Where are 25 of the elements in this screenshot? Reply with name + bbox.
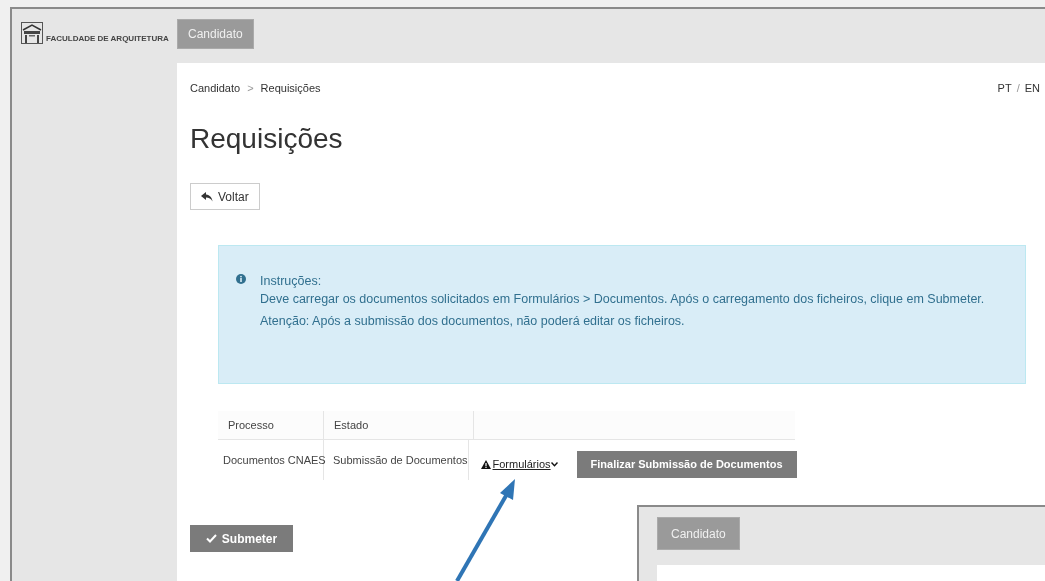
info-text: Deve carregar os documentos solicitados em Formulários > Documentos. Após o carregamento dos ficheiros, clique em Submeter. (260, 291, 986, 308)
forms-dropdown-link[interactable]: Formulários (480, 455, 558, 473)
column-header: Processo (218, 411, 324, 439)
info-icon (236, 274, 246, 284)
table-cell: Submissão de Documentos (324, 440, 469, 480)
chevron-down-icon (550, 461, 558, 467)
logo-title: FACULDADE DE ARQUITETURA (46, 35, 169, 43)
page-title: Requisições (190, 125, 344, 153)
submit-button[interactable]: Submeter (190, 525, 293, 552)
reply-arrow-icon (201, 191, 213, 202)
finalize-button[interactable]: Finalizar Submissão de Documentos (576, 450, 797, 478)
info-heading: Instruções: (260, 273, 323, 290)
language-link[interactable]: PT (997, 79, 1012, 97)
table-cell: Documentos CNAES (218, 440, 324, 480)
back-button[interactable]: Voltar (190, 183, 260, 210)
breadcrumb-link[interactable]: Candidato (190, 79, 241, 97)
language-separator: / (1016, 80, 1020, 96)
breadcrumb-link[interactable]: Requisições (260, 79, 321, 97)
warning-icon (480, 459, 491, 469)
building-logo-icon (21, 22, 43, 44)
breadcrumb-separator: > (247, 80, 254, 96)
info-text: Atenção: Após a submissão dos documentos, não poderá editar os ficheiros. (260, 313, 686, 330)
language-link[interactable]: EN (1024, 79, 1040, 97)
check-icon (205, 534, 217, 543)
column-header: Estado (324, 411, 474, 439)
